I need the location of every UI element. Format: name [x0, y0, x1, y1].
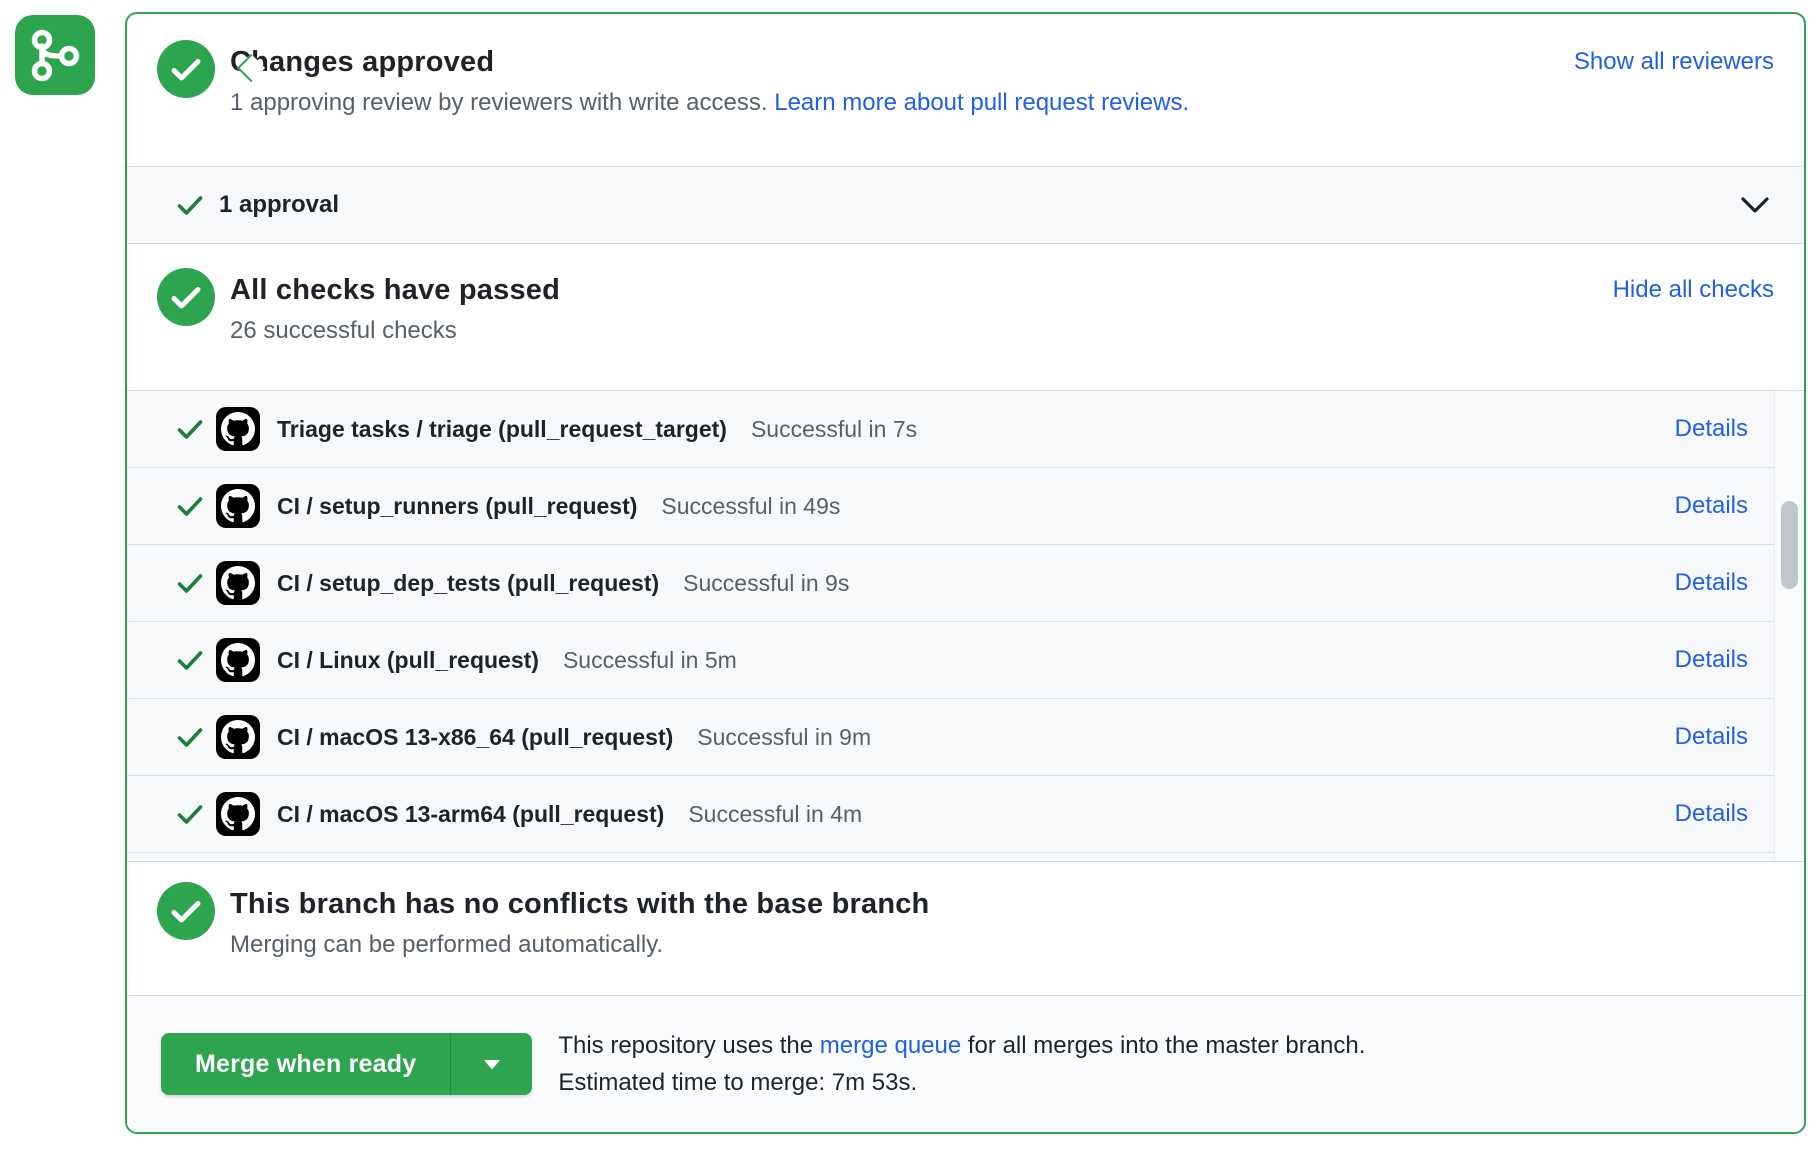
- partial-check-row: [127, 853, 1774, 861]
- checks-status-subtitle: 26 successful checks: [230, 317, 560, 345]
- check-icon: [177, 804, 203, 824]
- show-all-reviewers-link[interactable]: Show all reviewers: [1574, 48, 1774, 76]
- git-merge-queue-icon: [15, 15, 95, 95]
- review-status-subtitle: 1 approving review by reviewers with wri…: [230, 89, 1189, 117]
- check-icon: [177, 496, 203, 516]
- check-details-link[interactable]: Details: [1675, 646, 1748, 674]
- github-actions-avatar: [216, 407, 260, 451]
- check-circle-icon: [157, 268, 215, 326]
- check-icon: [177, 650, 203, 670]
- check-name: Triage tasks / triage (pull_request_targ…: [277, 416, 727, 443]
- check-status: Successful in 9m: [697, 724, 871, 751]
- merge-options-button[interactable]: [450, 1033, 532, 1095]
- merge-button-group: Merge when ready: [161, 1033, 532, 1095]
- merge-estimate-line: Estimated time to merge: 7m 53s.: [558, 1064, 1365, 1101]
- github-actions-avatar: [216, 715, 260, 759]
- conflicts-subtitle: Merging can be performed automatically.: [230, 931, 929, 959]
- github-octocat-icon: [221, 412, 255, 446]
- merge-box: Changes approved 1 approving review by r…: [125, 12, 1806, 1134]
- github-actions-avatar: [216, 561, 260, 605]
- check-status: Successful in 4m: [688, 801, 862, 828]
- review-subtitle-text: 1 approving review by reviewers with wri…: [230, 89, 768, 116]
- checks-scrollbar-track: [1774, 391, 1804, 861]
- merge-queue-text-before: This repository uses the: [558, 1032, 813, 1059]
- github-actions-avatar: [216, 484, 260, 528]
- review-status-section: Changes approved 1 approving review by r…: [127, 14, 1804, 166]
- conflicts-title: This branch has no conflicts with the ba…: [230, 888, 929, 921]
- github-octocat-icon: [221, 489, 255, 523]
- check-row: CI / setup_runners (pull_request) Succes…: [127, 468, 1774, 545]
- check-status: Successful in 5m: [563, 647, 737, 674]
- check-icon: [177, 573, 203, 593]
- checks-list: Triage tasks / triage (pull_request_targ…: [127, 390, 1804, 862]
- check-row: CI / macOS 13-x86_64 (pull_request) Succ…: [127, 699, 1774, 776]
- checks-status-section: All checks have passed 26 successful che…: [127, 244, 1804, 390]
- check-status: Successful in 9s: [683, 570, 849, 597]
- merge-queue-line: This repository uses the merge queue for…: [558, 1027, 1365, 1064]
- github-actions-avatar: [216, 792, 260, 836]
- check-name: CI / Linux (pull_request): [277, 647, 539, 674]
- check-name: CI / setup_dep_tests (pull_request): [277, 570, 659, 597]
- check-name: CI / macOS 13-arm64 (pull_request): [277, 801, 664, 828]
- approvals-toggle-row[interactable]: 1 approval: [127, 166, 1804, 244]
- merge-when-ready-button[interactable]: Merge when ready: [161, 1033, 450, 1095]
- approvals-label: 1 approval: [219, 191, 339, 219]
- check-status: Successful in 7s: [751, 416, 917, 443]
- github-octocat-icon: [221, 566, 255, 600]
- chevron-down-icon: [1740, 196, 1770, 214]
- hide-all-checks-link[interactable]: Hide all checks: [1613, 276, 1774, 304]
- check-circle-icon: [157, 882, 215, 940]
- check-name: CI / setup_runners (pull_request): [277, 493, 637, 520]
- check-details-link[interactable]: Details: [1675, 569, 1748, 597]
- check-row: CI / Linux (pull_request) Successful in …: [127, 622, 1774, 699]
- github-octocat-icon: [221, 797, 255, 831]
- check-details-link[interactable]: Details: [1675, 415, 1748, 443]
- conflicts-status-section: This branch has no conflicts with the ba…: [127, 862, 1804, 995]
- check-row: CI / macOS 13-arm64 (pull_request) Succe…: [127, 776, 1774, 853]
- github-actions-avatar: [216, 638, 260, 682]
- check-icon: [177, 727, 203, 747]
- check-details-link[interactable]: Details: [1675, 723, 1748, 751]
- checks-rows-area: Triage tasks / triage (pull_request_targ…: [127, 391, 1774, 861]
- checks-scrollbar-thumb[interactable]: [1781, 501, 1798, 589]
- merge-queue-note: This repository uses the merge queue for…: [558, 1027, 1365, 1101]
- merge-queue-link[interactable]: merge queue: [820, 1032, 961, 1059]
- github-octocat-icon: [221, 720, 255, 754]
- check-details-link[interactable]: Details: [1675, 492, 1748, 520]
- learn-more-link[interactable]: Learn more about pull request reviews.: [774, 89, 1189, 116]
- merge-footer: Merge when ready This repository uses th…: [127, 995, 1804, 1132]
- merge-queue-text-after: for all merges into the master branch.: [968, 1032, 1366, 1059]
- check-icon: [177, 195, 203, 215]
- check-row: CI / setup_dep_tests (pull_request) Succ…: [127, 545, 1774, 622]
- github-octocat-icon: [221, 643, 255, 677]
- checks-status-title: All checks have passed: [230, 274, 560, 307]
- git-merge-queue-glyph: [15, 15, 95, 95]
- check-circle-icon: [157, 40, 215, 98]
- check-status: Successful in 49s: [661, 493, 840, 520]
- review-status-title: Changes approved: [230, 46, 1189, 79]
- check-details-link[interactable]: Details: [1675, 800, 1748, 828]
- check-row: Triage tasks / triage (pull_request_targ…: [127, 391, 1774, 468]
- check-icon: [177, 419, 203, 439]
- caret-down-icon: [483, 1059, 501, 1070]
- check-name: CI / macOS 13-x86_64 (pull_request): [277, 724, 673, 751]
